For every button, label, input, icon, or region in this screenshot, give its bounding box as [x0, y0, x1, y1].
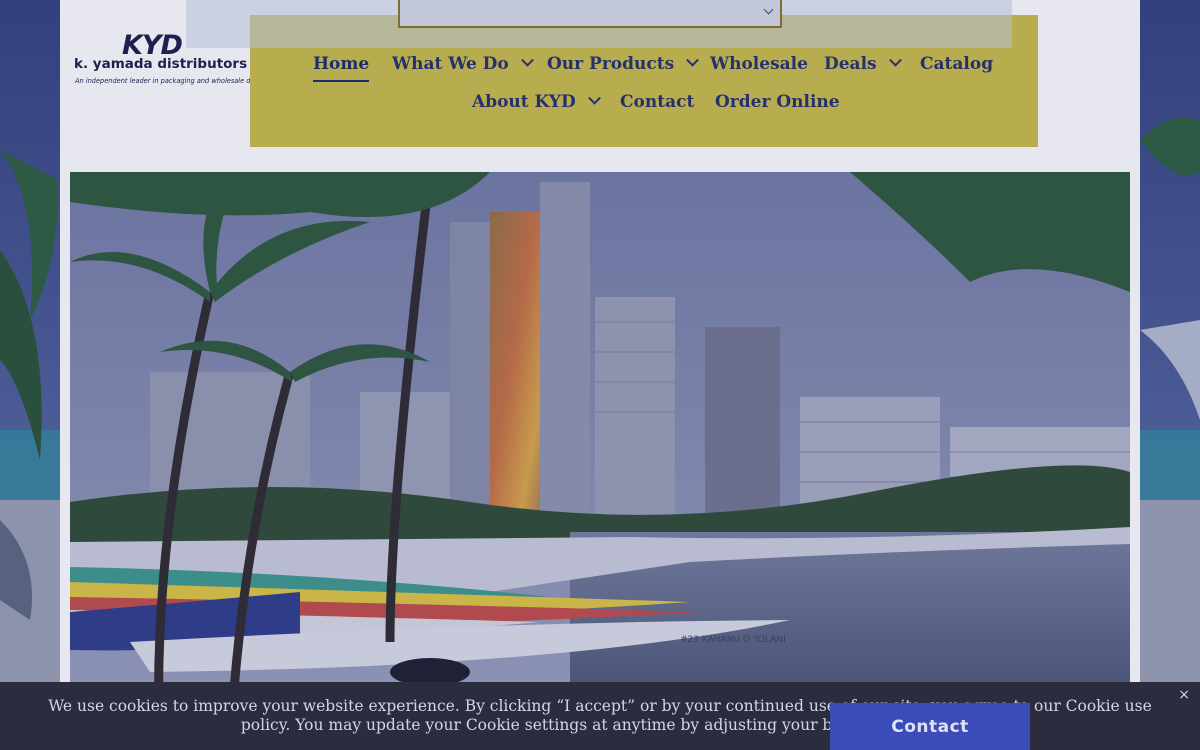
nav-item-home[interactable]: Home: [313, 54, 370, 82]
chevron-down-icon: [686, 53, 700, 67]
nav-item-what-we-do[interactable]: What We Do: [392, 53, 534, 74]
nav-item-label: Our Products: [547, 54, 675, 74]
close-icon[interactable]: ×: [1178, 686, 1190, 705]
contact-tab-label: Contact: [891, 716, 969, 737]
search-select-dropdown[interactable]: [398, 0, 782, 28]
nav-item-about-kyd[interactable]: About KYD: [472, 91, 601, 112]
nav-item-label: Order Online: [715, 92, 840, 112]
canoe-label: #23 KAHANU O 'IOLANI: [680, 635, 786, 645]
nav-item-deals[interactable]: Deals: [824, 53, 902, 74]
nav-item-contact[interactable]: Contact: [620, 92, 694, 112]
nav-item-wholesale[interactable]: Wholesale: [710, 54, 808, 74]
nav-item-label: About KYD: [472, 92, 576, 112]
nav-item-label: Contact: [620, 92, 695, 112]
nav-item-order-online[interactable]: Order Online: [715, 92, 840, 112]
logo-name: k. yamada distributors: [74, 56, 248, 72]
nav-item-label: Deals: [824, 54, 877, 74]
chevron-down-icon: [763, 4, 774, 15]
nav-item-catalog[interactable]: Catalog: [920, 54, 993, 74]
chevron-down-icon: [888, 53, 902, 67]
nav-item-label: Catalog: [920, 54, 994, 74]
chevron-down-icon: [520, 53, 534, 67]
nav-item-our-products[interactable]: Our Products: [547, 53, 700, 74]
hero-image: #23 KAHANU O 'IOLANI: [70, 172, 1130, 750]
nav-item-label: What We Do: [392, 54, 509, 74]
contact-tab-button[interactable]: Contact: [830, 703, 1030, 750]
chevron-down-icon: [587, 91, 601, 105]
nav-item-label: Wholesale: [710, 54, 808, 74]
nav-item-label: Home: [313, 54, 370, 74]
